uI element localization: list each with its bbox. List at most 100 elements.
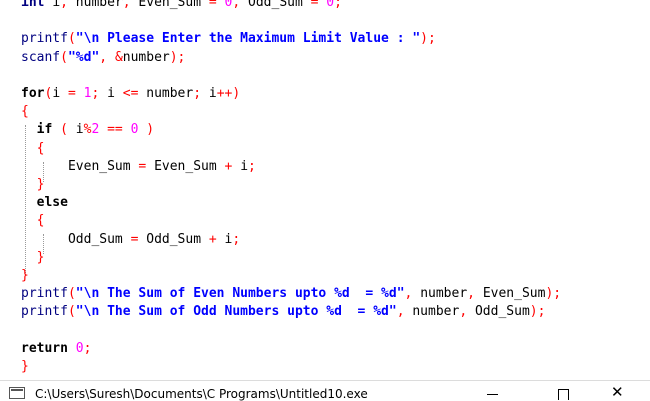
code-line: } bbox=[21, 249, 45, 267]
code-line: int i, number, Even_Sum = 0, Odd_Sum = 0… bbox=[21, 0, 342, 12]
code-token: , bbox=[122, 0, 131, 10]
code-token: ) bbox=[146, 122, 155, 138]
console-window-title: C:\Users\Suresh\Documents\C Programs\Unt… bbox=[35, 387, 368, 401]
code-token: , bbox=[396, 304, 405, 320]
code-token: , bbox=[459, 304, 468, 320]
code-token: printf bbox=[21, 304, 68, 320]
code-token: ); bbox=[169, 49, 186, 65]
code-line: printf("\n The Sum of Even Numbers upto … bbox=[21, 285, 561, 303]
code-line: Odd_Sum = Odd_Sum + i; bbox=[21, 231, 240, 249]
code-token: number bbox=[146, 86, 194, 101]
code-line: else bbox=[21, 194, 68, 212]
code-line: { bbox=[21, 212, 45, 230]
code-token: = bbox=[67, 86, 76, 101]
code-token: ; bbox=[83, 340, 92, 356]
code-token: if bbox=[36, 122, 53, 138]
code-token: i bbox=[52, 86, 61, 101]
code-token: Odd_Sum bbox=[474, 304, 530, 320]
code-token: number bbox=[420, 286, 468, 302]
minimize-button[interactable] bbox=[470, 381, 516, 401]
code-token: == bbox=[107, 122, 123, 138]
code-token: ; bbox=[334, 0, 342, 10]
code-line: for(i = 1; i <= number; i++) bbox=[21, 85, 240, 103]
code-line: } bbox=[21, 267, 29, 285]
code-token: i bbox=[208, 86, 217, 101]
code-token: Even_Sum bbox=[138, 0, 202, 10]
code-line: Even_Sum = Even_Sum + i; bbox=[21, 158, 256, 176]
code-token: i bbox=[240, 158, 249, 174]
code-token: ); bbox=[529, 304, 546, 320]
code-line: } bbox=[21, 358, 29, 376]
code-token: Odd_Sum bbox=[146, 231, 202, 247]
code-token: } bbox=[21, 268, 29, 283]
code-token: , bbox=[467, 286, 475, 302]
code-token: i bbox=[107, 86, 115, 101]
code-line: return 0; bbox=[21, 340, 91, 358]
code-token: , bbox=[99, 49, 108, 65]
code-token: ( bbox=[60, 122, 68, 138]
code-token: 0 bbox=[326, 0, 335, 10]
code-token: ; bbox=[248, 158, 256, 174]
code-line: { bbox=[21, 140, 45, 158]
code-line: printf("\n Please Enter the Maximum Limi… bbox=[21, 30, 436, 48]
code-token: Even_Sum bbox=[154, 158, 217, 174]
code-token: int bbox=[21, 0, 45, 10]
code-token: ) bbox=[232, 86, 241, 101]
code-token: <= bbox=[122, 86, 139, 101]
code-token: ; bbox=[193, 86, 202, 101]
close-button[interactable]: ✕ bbox=[596, 381, 642, 401]
minimize-icon bbox=[487, 394, 498, 395]
code-token: = bbox=[208, 0, 217, 10]
code-token: ( bbox=[60, 49, 68, 65]
code-token: 0 bbox=[75, 340, 84, 356]
code-token: Even_Sum bbox=[67, 158, 131, 174]
code-token: "\n Please Enter the Maximum Limit Value… bbox=[75, 31, 421, 47]
close-icon: ✕ bbox=[611, 383, 624, 401]
console-app-icon bbox=[9, 387, 25, 399]
console-window-titlebar[interactable]: C:\Users\Suresh\Documents\C Programs\Unt… bbox=[0, 380, 650, 401]
code-token: "%d" bbox=[67, 49, 100, 65]
code-token: printf bbox=[21, 286, 68, 302]
code-token: ; bbox=[232, 231, 241, 247]
code-token: ); bbox=[420, 31, 436, 47]
code-editor[interactable]: int i, number, Even_Sum = 0, Odd_Sum = 0… bbox=[0, 0, 650, 380]
code-token: } bbox=[36, 177, 45, 192]
code-token: } bbox=[21, 359, 29, 374]
code-token: i bbox=[75, 122, 84, 138]
code-token: , bbox=[60, 0, 68, 10]
code-line: scanf("%d", &number); bbox=[21, 49, 185, 67]
code-token: ( bbox=[67, 304, 76, 320]
code-line: printf("\n The Sum of Odd Numbers upto %… bbox=[21, 303, 545, 321]
code-token: "\n The Sum of Odd Numbers upto %d = %d" bbox=[75, 304, 397, 320]
code-token: Odd_Sum bbox=[248, 0, 303, 10]
maximize-button[interactable] bbox=[541, 381, 587, 401]
code-token: ( bbox=[67, 286, 76, 302]
code-line: } bbox=[21, 176, 45, 194]
